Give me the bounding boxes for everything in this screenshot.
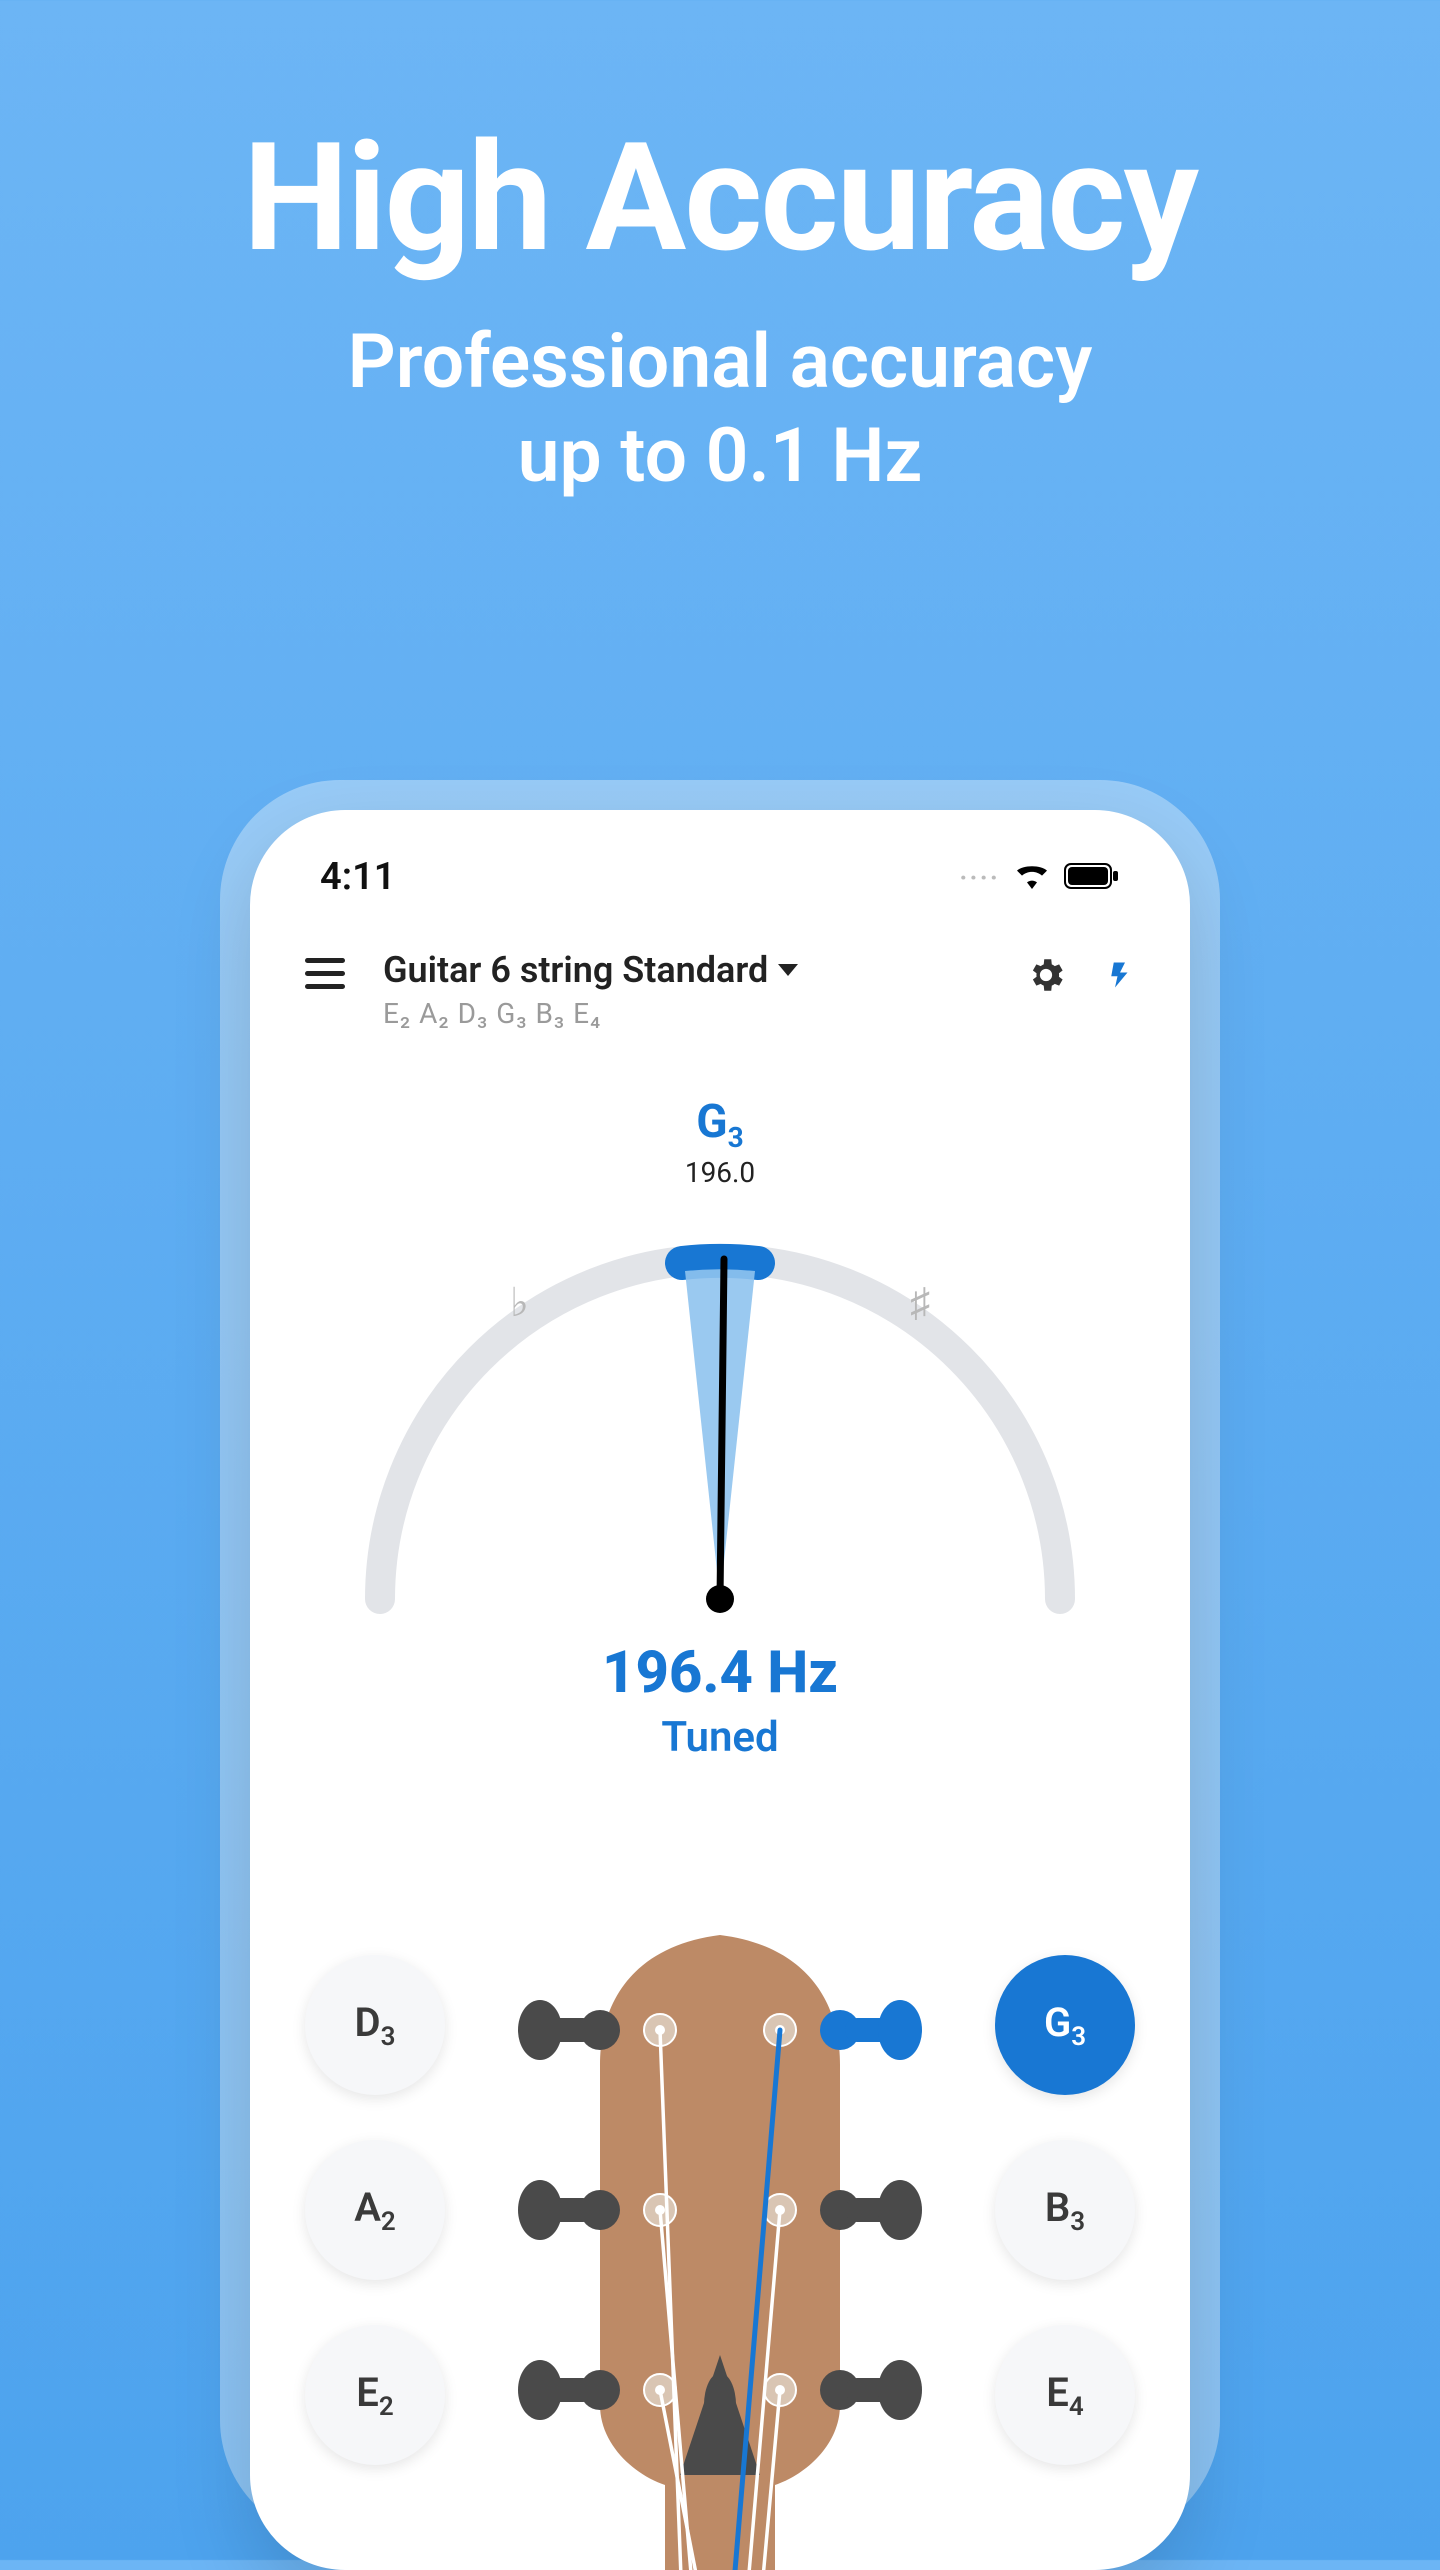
menu-button[interactable] (305, 949, 353, 997)
chevron-down-icon (778, 964, 798, 976)
promo-header: High Accuracy Professional accuracy up t… (0, 0, 1440, 504)
guitar-headstock-icon (500, 1935, 940, 2570)
tuner-gauge: G3 196.0 ♭ ♯ 196.4 Hz Tuned (250, 1095, 1190, 1735)
headstock-area: D3 A2 E2 G3 B3 E4 (250, 1945, 1190, 2570)
tuning-notes: E₂ A₂ D₃ G₃ B₃ E₄ (383, 997, 995, 1030)
promo-subtitle-line1: Professional accuracy (348, 318, 1093, 406)
target-note: G3 (250, 1095, 1190, 1154)
live-frequency: 196.4 Hz (250, 1639, 1190, 1707)
battery-icon (1064, 855, 1120, 899)
status-bar: 4:11 ···· (250, 810, 1190, 919)
tuning-selector[interactable]: Guitar 6 string Standard E₂ A₂ D₃ G₃ B₃ … (383, 949, 995, 1030)
string-button-e4[interactable]: E4 (995, 2325, 1135, 2465)
string-button-a2[interactable]: A2 (305, 2140, 445, 2280)
tuning-label: Guitar 6 string Standard (383, 949, 768, 991)
sharp-icon: ♯ (910, 1279, 930, 1326)
flat-icon: ♭ (510, 1279, 529, 1326)
auto-mode-button[interactable] (1105, 953, 1135, 997)
string-button-b3[interactable]: B3 (995, 2140, 1135, 2280)
string-button-g3[interactable]: G3 (995, 1955, 1135, 2095)
flat-sharp-labels: ♭ ♯ (330, 1279, 1110, 1339)
phone-frame: 4:11 ···· Guitar 6 string Standard E₂ A₂… (250, 810, 1190, 2570)
app-toolbar: Guitar 6 string Standard E₂ A₂ D₃ G₃ B₃ … (250, 919, 1190, 1040)
status-time: 4:11 (320, 855, 395, 899)
string-button-e2[interactable]: E2 (305, 2325, 445, 2465)
promo-subtitle-line2: up to 0.1 Hz (518, 412, 923, 500)
promo-subtitle: Professional accuracy up to 0.1 Hz (0, 316, 1440, 504)
promo-title: High Accuracy (0, 110, 1440, 286)
cellular-dots-icon: ···· (959, 861, 1000, 894)
gauge-arc (320, 1179, 1120, 1639)
string-button-d3[interactable]: D3 (305, 1955, 445, 2095)
settings-button[interactable] (1025, 954, 1067, 996)
wifi-icon (1012, 855, 1052, 899)
tuning-status: Tuned (250, 1713, 1190, 1762)
